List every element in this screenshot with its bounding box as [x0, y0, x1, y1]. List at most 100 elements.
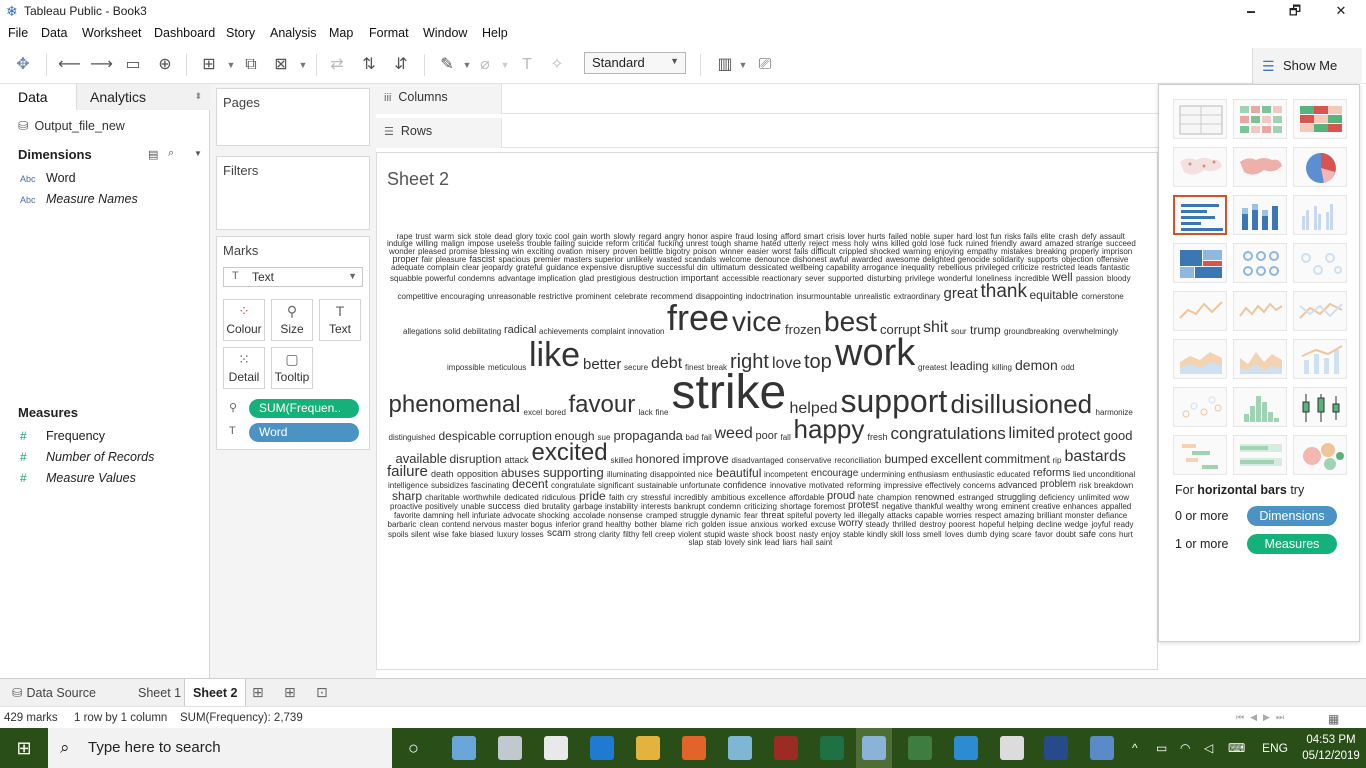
word-cloud-word[interactable]: worries [946, 511, 972, 520]
word-cloud-word[interactable]: poverty [815, 511, 841, 520]
word-cloud-word[interactable]: issue [729, 521, 748, 529]
tooltip-button[interactable]: ▢ Tooltip [271, 347, 313, 389]
minimize-button[interactable]: 🗕 [1228, 0, 1274, 22]
word-cloud-word[interactable]: sustainable [637, 482, 677, 490]
word-cloud-word[interactable]: complain [427, 263, 459, 272]
word-cloud-word[interactable]: disturbing [867, 275, 902, 283]
windows-start-icon[interactable]: ⊞ [0, 728, 48, 768]
word-cloud-word[interactable]: advantage [498, 275, 535, 283]
word-cloud-word[interactable]: damning [423, 511, 454, 520]
word-cloud-word[interactable]: excel [524, 409, 543, 417]
word-cloud-word[interactable]: propaganda [614, 429, 683, 442]
word-cloud-word[interactable]: doubt [1056, 530, 1076, 539]
word-cloud-word[interactable]: clean [420, 521, 439, 529]
word-cloud-word[interactable]: good [1104, 429, 1133, 442]
word-cloud-word[interactable]: lack [639, 409, 653, 417]
word-cloud-word[interactable]: weed [715, 426, 753, 442]
chevron-down-icon[interactable]: ▼ [738, 54, 748, 76]
word-cloud-word[interactable]: work [835, 334, 915, 372]
word-cloud-word[interactable]: groundbreaking [1004, 327, 1060, 336]
word-cloud-word[interactable]: opposition [457, 470, 498, 479]
word-cloud-word[interactable]: loss [906, 530, 920, 539]
app-paint-icon[interactable] [498, 736, 522, 760]
word-cloud-word[interactable]: ridiculous [542, 493, 576, 502]
view-options-icon[interactable]: ▤ [148, 148, 158, 161]
menu-map[interactable]: Map [329, 26, 353, 40]
word-cloud-word[interactable]: spiteful [787, 511, 812, 520]
word-cloud-word[interactable]: bloody [1107, 275, 1131, 283]
word-cloud-word[interactable]: disappointed [650, 471, 695, 479]
task-view-icon[interactable]: ○ [408, 728, 419, 768]
excel-icon[interactable] [820, 736, 844, 760]
edge-icon[interactable] [590, 736, 614, 760]
tab-data[interactable]: Data [0, 84, 76, 110]
word-cloud-word[interactable]: successful [657, 263, 694, 272]
word-cloud-word[interactable]: wonderful [938, 275, 973, 283]
word-cloud-word[interactable]: extraordinary [894, 293, 941, 301]
word-cloud-word[interactable]: despicable [439, 430, 496, 442]
word-cloud-word[interactable]: illuminating [607, 471, 647, 479]
show-me-area-continuous-icon[interactable] [1173, 339, 1227, 379]
word-cloud-word[interactable]: improve [683, 452, 729, 465]
word-cloud-word[interactable]: poorest [949, 521, 976, 529]
word-cloud-word[interactable]: hell [457, 511, 469, 520]
word-cloud-word[interactable]: unconditional [1088, 471, 1135, 479]
word-cloud-word[interactable]: decent [512, 478, 548, 490]
word-cloud-word[interactable]: fall [781, 434, 791, 442]
word-cloud-word[interactable]: failure [387, 464, 428, 479]
word-cloud-word[interactable]: strike [672, 369, 787, 417]
word-cloud-word[interactable]: strong [574, 530, 596, 539]
word-cloud-word[interactable]: unfortunate [680, 482, 720, 490]
word-cloud-word[interactable]: rip [1053, 456, 1062, 465]
word-cloud-word[interactable]: implication [538, 275, 576, 283]
show-me-pie-chart-icon[interactable] [1293, 147, 1347, 187]
word-cloud-word[interactable]: supporting [543, 466, 604, 479]
show-me-dual-combination-icon[interactable] [1293, 339, 1347, 379]
dimension-field-measure-names[interactable]: Abc Measure Names [20, 192, 138, 206]
measure-field-measure-values[interactable]: # Measure Values [20, 471, 136, 485]
word-cloud-word[interactable]: important [681, 274, 719, 283]
word-cloud-word[interactable]: meticulous [488, 363, 526, 372]
word-cloud-word[interactable]: greatest [918, 363, 947, 372]
word-cloud-word[interactable]: defiance [1097, 511, 1127, 520]
word-cloud-word[interactable]: expensive [581, 263, 617, 272]
word-cloud-word[interactable]: infuriate [472, 511, 500, 520]
word-cloud-word[interactable]: slap [689, 538, 704, 547]
word-cloud-word[interactable]: sharp [392, 490, 422, 502]
word-cloud-word[interactable]: unreasonable [488, 293, 536, 301]
word-cloud-word[interactable]: lovely [725, 538, 745, 547]
word-cloud-word[interactable]: incredibly [674, 493, 708, 502]
word-cloud-word[interactable]: excellence [748, 493, 786, 502]
word-cloud-word[interactable]: success [488, 502, 521, 511]
word-cloud-word[interactable]: excuse [811, 521, 836, 529]
word-cloud-word[interactable]: debilitating [463, 327, 501, 336]
word-cloud-word[interactable]: glad [579, 275, 594, 283]
chevron-down-icon[interactable]: ▼ [500, 54, 510, 76]
word-cloud-word[interactable]: dying [990, 530, 1009, 539]
word-cloud-word[interactable]: guidance [546, 263, 578, 272]
word-cloud-word[interactable]: sour [951, 327, 967, 336]
word-cloud-word[interactable]: condemns [458, 275, 495, 283]
redo-icon[interactable]: ⟶ [90, 54, 113, 76]
show-me-button[interactable]: ☰ Show Me [1252, 48, 1362, 84]
menu-dashboard[interactable]: Dashboard [154, 26, 215, 40]
word-cloud-word[interactable]: golden [702, 521, 726, 529]
word-cloud-word[interactable]: cons [1099, 530, 1116, 539]
word-cloud-word[interactable]: luxury [497, 530, 518, 539]
word-cloud-word[interactable]: skill [890, 530, 903, 539]
word-cloud-word[interactable]: powerful [425, 275, 455, 283]
columns-shelf[interactable]: iii Columns [376, 84, 1158, 114]
word-cloud-word[interactable]: smell [923, 530, 942, 539]
show-cards-icon[interactable]: ▥ [714, 54, 736, 76]
word-cloud-word[interactable]: attack [505, 455, 529, 465]
word-cloud-word[interactable]: ambitious [711, 493, 745, 502]
undo-icon[interactable]: ⟵ [58, 54, 81, 76]
word-cloud-word[interactable]: din [697, 263, 708, 272]
word-cloud-word[interactable]: odd [1061, 363, 1074, 372]
word-cloud-word[interactable]: cry [627, 493, 638, 502]
word-cloud-word[interactable]: cramped [646, 511, 677, 520]
word-cloud-word[interactable]: accessible [722, 275, 759, 283]
menu-format[interactable]: Format [369, 26, 409, 40]
word-cloud-word[interactable]: deficiency [1039, 493, 1075, 502]
duplicate-sheet-icon[interactable]: ⧉ [240, 54, 262, 76]
